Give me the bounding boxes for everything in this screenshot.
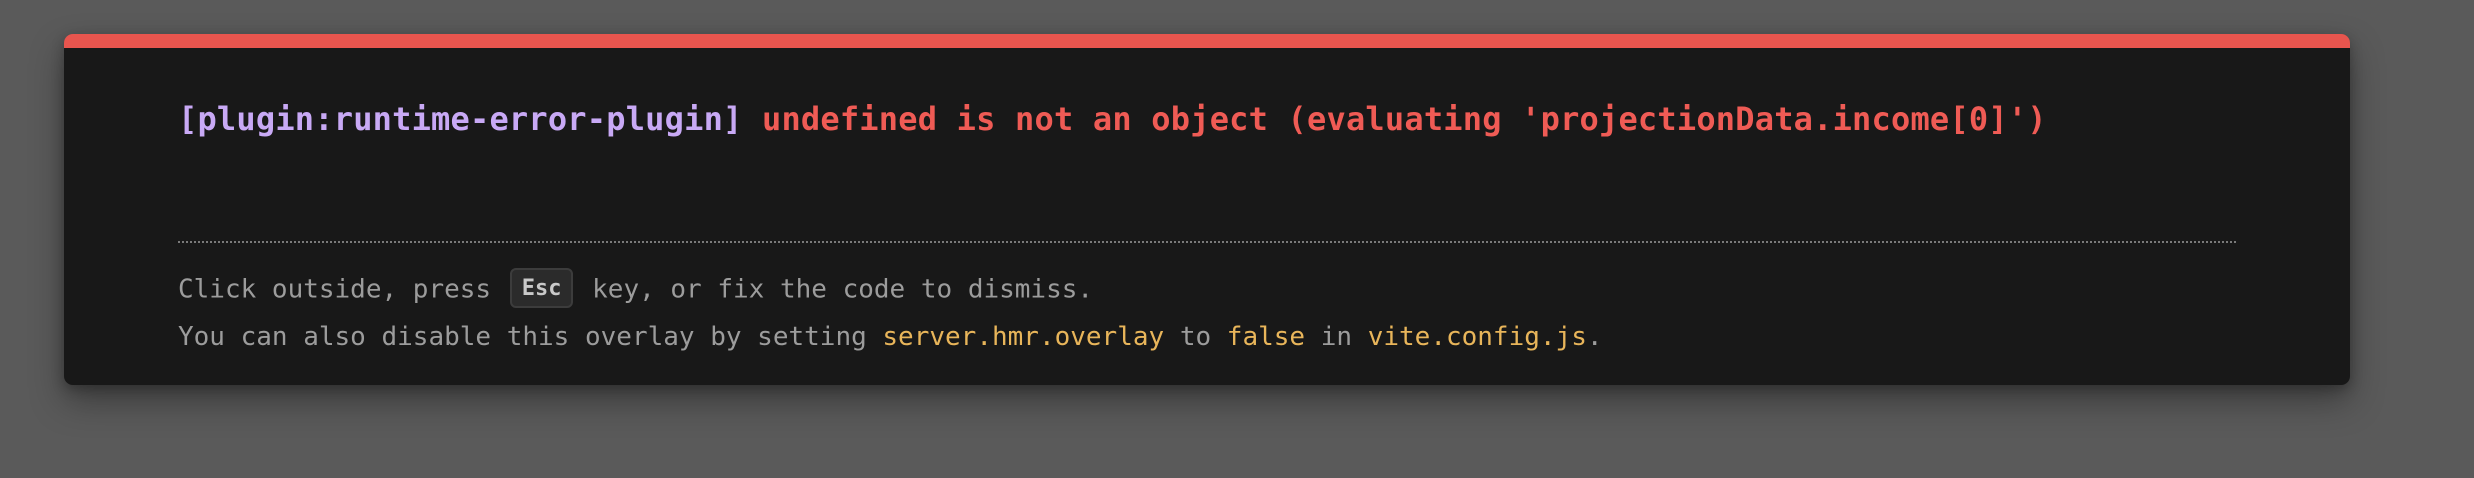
dismiss-tip: Click outside, press Esc key, or fix the… <box>178 268 1094 310</box>
tip-text-2b: to <box>1164 322 1227 352</box>
error-overlay-panel: [plugin:runtime-error-plugin] undefined … <box>64 34 2350 385</box>
error-message: [plugin:runtime-error-plugin] undefined … <box>178 100 2047 138</box>
tip-text-1b: key, or fix the code to dismiss. <box>576 274 1094 305</box>
tip-text-2a: You can also disable this overlay by set… <box>178 322 883 352</box>
tip-text-2c: in <box>1305 322 1368 352</box>
error-text: undefined is not an object (evaluating '… <box>761 100 2047 138</box>
false-value-code: false <box>1226 322 1306 352</box>
esc-key-badge: Esc <box>509 268 574 308</box>
tip-text-2d: . <box>1586 322 1603 352</box>
config-option-code: server.hmr.overlay <box>882 322 1165 352</box>
tip-text-1a: Click outside, press <box>178 274 507 305</box>
disable-overlay-tip: You can also disable this overlay by set… <box>178 322 1603 352</box>
plugin-label: [plugin:runtime-error-plugin] <box>178 100 743 138</box>
divider <box>178 241 2236 243</box>
config-file-code: vite.config.js <box>1367 322 1587 352</box>
